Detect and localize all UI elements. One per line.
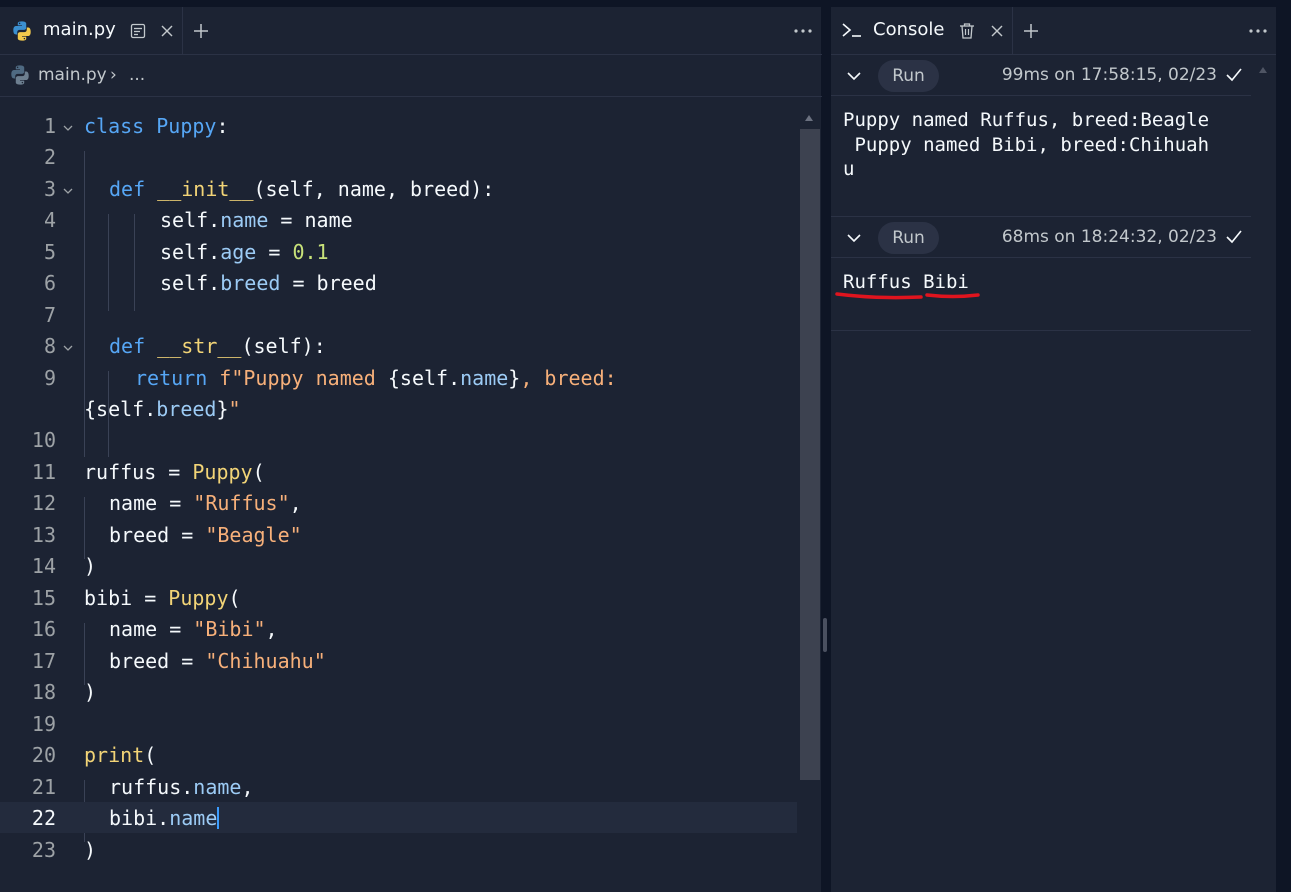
code-line: 1 class Puppy: — [0, 110, 797, 141]
line-number: 5 — [43, 240, 56, 264]
code-text: print( — [84, 743, 157, 767]
editor-scrollbar-thumb[interactable] — [800, 129, 820, 780]
code-text: name = "Bibi", — [109, 617, 278, 641]
code-text: class Puppy: — [84, 114, 229, 138]
code-line: 8 def __str__(self): — [0, 330, 797, 361]
replit-workspace: main.py main.py › ... 1 class Puppy: 2 3… — [0, 0, 1291, 892]
python-icon — [13, 21, 31, 41]
line-number: 19 — [31, 712, 56, 736]
pane-resize-handle[interactable] — [823, 618, 827, 652]
breadcrumb-file[interactable]: main.py — [38, 65, 107, 85]
line-number: 12 — [31, 491, 56, 515]
code-text: self.name = name — [160, 208, 353, 232]
code-text: self.breed = breed — [160, 271, 377, 295]
line-number: 4 — [43, 208, 56, 232]
code-line: 9 return f"Puppy named {self.name}, bree… — [0, 362, 797, 393]
line-number: 18 — [31, 680, 56, 704]
document-icon[interactable] — [130, 23, 146, 39]
code-line: 10 — [0, 424, 797, 455]
breadcrumb-more[interactable]: ... — [129, 65, 145, 85]
console-pane: Console Run 99ms on 17:58:15, 02/23 Pupp… — [831, 7, 1276, 892]
more-options-icon[interactable] — [792, 22, 814, 40]
code-text: def __init__(self, name, breed): — [109, 177, 495, 201]
code-text: def __str__(self): — [109, 334, 326, 358]
code-line-wrapped: {self.breed}" — [0, 393, 797, 424]
line-number: 22 — [31, 806, 56, 830]
code-text: self.age = 0.1 — [160, 240, 329, 264]
code-line: 12 name = "Ruffus", — [0, 487, 797, 518]
line-number: 6 — [43, 271, 56, 295]
code-line-active: 22 bibi.name — [0, 802, 797, 833]
run-divider — [831, 330, 1251, 331]
close-icon[interactable] — [159, 23, 175, 39]
fold-chevron-icon[interactable] — [62, 342, 74, 354]
code-line: 3 def __init__(self, name, breed): — [0, 173, 797, 204]
code-text: breed = "Beagle" — [109, 523, 302, 547]
line-number: 17 — [31, 649, 56, 673]
code-line: 14 ) — [0, 550, 797, 581]
code-line: 2 — [0, 141, 797, 172]
line-number: 2 — [43, 145, 56, 169]
python-icon — [11, 65, 29, 85]
line-number: 11 — [31, 460, 56, 484]
code-text: return f"Puppy named {self.name}, breed: — [135, 366, 617, 390]
code-text: ) — [84, 680, 97, 704]
breadcrumb: main.py › ... — [0, 56, 822, 97]
scroll-up-arrow-icon[interactable] — [804, 114, 814, 122]
code-line: 5 self.age = 0.1 — [0, 236, 797, 267]
code-line: 23 ) — [0, 834, 797, 865]
tab-title: main.py — [43, 19, 116, 40]
line-number: 15 — [31, 586, 56, 610]
code-text: bibi = Puppy( — [84, 586, 241, 610]
editor-pane: main.py main.py › ... 1 class Puppy: 2 3… — [0, 7, 822, 892]
line-number: 1 — [43, 114, 56, 138]
breadcrumb-separator: › — [110, 65, 117, 85]
code-line: 18 ) — [0, 676, 797, 707]
code-line: 15 bibi = Puppy( — [0, 582, 797, 613]
code-line: 21 ruffus.name, — [0, 771, 797, 802]
line-number: 14 — [31, 554, 56, 578]
editor-tab-bar: main.py — [0, 7, 822, 55]
add-tab-icon[interactable] — [192, 22, 210, 40]
line-number: 3 — [43, 177, 56, 201]
code-text: ) — [84, 554, 97, 578]
line-number: 9 — [43, 366, 56, 390]
code-text: breed = "Chihuahu" — [109, 649, 326, 673]
line-number: 16 — [31, 617, 56, 641]
line-number: 10 — [31, 428, 56, 452]
code-line: 6 self.breed = breed — [0, 267, 797, 298]
code-line: 17 breed = "Chihuahu" — [0, 645, 797, 676]
code-text: ruffus.name, — [109, 775, 254, 799]
code-editor[interactable]: 1 class Puppy: 2 3 def __init__(self, na… — [0, 98, 800, 892]
code-text: ) — [84, 838, 97, 862]
code-line: 19 — [0, 708, 797, 739]
fold-chevron-icon[interactable] — [62, 185, 74, 197]
code-text: name = "Ruffus", — [109, 491, 302, 515]
code-text: {self.breed}" — [84, 397, 241, 421]
line-number: 21 — [31, 775, 56, 799]
tab-main-py[interactable]: main.py — [0, 7, 183, 55]
code-line: 13 breed = "Beagle" — [0, 519, 797, 550]
line-number: 23 — [31, 838, 56, 862]
line-number: 13 — [31, 523, 56, 547]
line-number: 20 — [31, 743, 56, 767]
code-line: 11 ruffus = Puppy( — [0, 456, 797, 487]
code-line: 20 print( — [0, 739, 797, 770]
line-number: 8 — [43, 334, 56, 358]
fold-chevron-icon[interactable] — [62, 122, 74, 134]
code-text: bibi.name — [109, 806, 220, 830]
code-line: 4 self.name = name — [0, 204, 797, 235]
line-number: 7 — [43, 303, 56, 327]
text-cursor — [217, 807, 220, 829]
red-underline-annotation — [835, 292, 980, 300]
code-line: 16 name = "Bibi", — [0, 613, 797, 644]
code-line: 7 — [0, 299, 797, 330]
code-text: ruffus = Puppy( — [84, 460, 265, 484]
